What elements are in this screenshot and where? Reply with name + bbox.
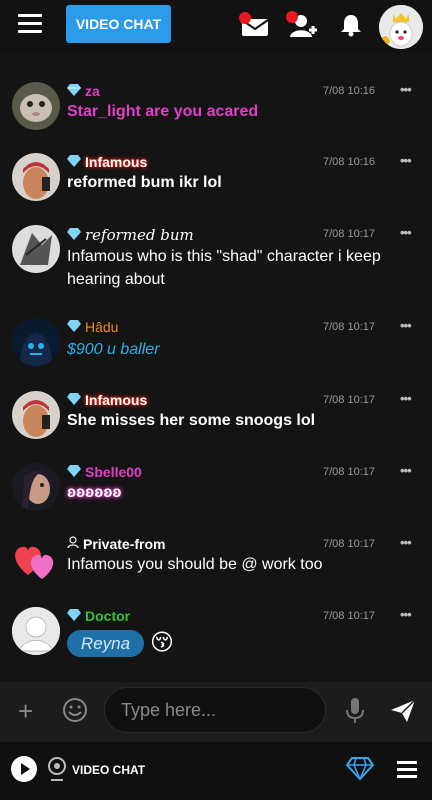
top-bar: VIDEO CHAT bbox=[0, 0, 432, 52]
timestamp: 7/08 10:16 bbox=[323, 85, 375, 97]
diamond-icon bbox=[67, 154, 81, 170]
name-sticker: Reyna bbox=[67, 630, 144, 657]
user-avatar[interactable] bbox=[12, 318, 60, 366]
more-options-icon[interactable]: ••• bbox=[400, 535, 412, 550]
webcam-icon[interactable] bbox=[47, 756, 67, 787]
menu-icon[interactable] bbox=[18, 14, 42, 34]
more-options-icon[interactable]: ••• bbox=[400, 318, 412, 333]
message-text: Star_light are you acared bbox=[67, 103, 259, 120]
play-icon[interactable] bbox=[11, 756, 37, 782]
message-text: $900 u baller bbox=[67, 341, 160, 358]
message-text: ʚʚʚʚʚʚ bbox=[67, 484, 122, 501]
more-options-icon[interactable]: ••• bbox=[400, 153, 412, 168]
person-icon bbox=[67, 536, 79, 552]
more-options-icon[interactable]: ••• bbox=[400, 391, 412, 406]
username[interactable]: Infamous bbox=[85, 154, 147, 170]
send-icon[interactable] bbox=[390, 699, 416, 728]
bottom-nav: VIDEO CHAT bbox=[0, 742, 432, 800]
more-options-icon[interactable]: ••• bbox=[400, 607, 412, 622]
message-text: Infamous you should be @ work too bbox=[67, 556, 323, 573]
kiss-emoji: 😚 bbox=[150, 629, 174, 655]
username-line: reformed bum bbox=[67, 226, 194, 244]
diamond-icon bbox=[67, 319, 81, 335]
username-line: Doctor bbox=[67, 608, 130, 624]
message-text: Infamous who is this "shad" character i … bbox=[67, 248, 381, 288]
username[interactable]: reformed bum bbox=[85, 226, 194, 244]
username[interactable]: Private-from bbox=[83, 536, 165, 552]
diamond-icon bbox=[67, 464, 81, 480]
timestamp: 7/08 10:17 bbox=[323, 228, 375, 240]
timestamp: 7/08 10:17 bbox=[323, 610, 375, 622]
user-avatar[interactable] bbox=[12, 391, 60, 439]
messages-icon[interactable] bbox=[238, 11, 270, 44]
message-text: She misses her some snoogs lol bbox=[67, 412, 316, 429]
username-line: Infamous bbox=[67, 154, 147, 170]
username-line: Private-from bbox=[67, 536, 165, 552]
more-options-icon[interactable]: ••• bbox=[400, 463, 412, 478]
hearts-avatar[interactable] bbox=[12, 535, 60, 583]
user-avatar[interactable] bbox=[12, 153, 60, 201]
default-avatar[interactable] bbox=[12, 607, 60, 655]
message-composer: + bbox=[0, 682, 432, 742]
username[interactable]: Doctor bbox=[85, 608, 130, 624]
username-line: Sbelle00 bbox=[67, 464, 142, 480]
plus-icon[interactable]: + bbox=[18, 698, 33, 724]
username[interactable]: za bbox=[85, 83, 100, 99]
diamond-icon bbox=[67, 227, 81, 243]
user-avatar[interactable] bbox=[12, 82, 60, 130]
username[interactable]: Infamous bbox=[85, 392, 147, 408]
username-line: Infamous bbox=[67, 392, 147, 408]
status-clock-icon bbox=[379, 35, 391, 47]
user-avatar[interactable] bbox=[12, 463, 60, 511]
microphone-icon[interactable] bbox=[345, 697, 365, 730]
profile-avatar[interactable] bbox=[379, 5, 423, 49]
timestamp: 7/08 10:17 bbox=[323, 538, 375, 550]
diamond-icon bbox=[67, 83, 81, 99]
bell-icon[interactable] bbox=[340, 13, 362, 42]
username[interactable]: Hâdu bbox=[85, 319, 118, 335]
friend-request-icon[interactable] bbox=[285, 10, 317, 45]
emoji-icon[interactable] bbox=[62, 697, 88, 728]
diamond-icon bbox=[67, 392, 81, 408]
diamond-icon bbox=[67, 608, 81, 624]
video-chat-link[interactable]: VIDEO CHAT bbox=[72, 763, 145, 777]
username-line: za bbox=[67, 83, 100, 99]
timestamp: 7/08 10:16 bbox=[323, 156, 375, 168]
bottom-menu-icon[interactable] bbox=[397, 761, 417, 779]
user-avatar[interactable] bbox=[12, 225, 60, 273]
timestamp: 7/08 10:17 bbox=[323, 466, 375, 478]
more-options-icon[interactable]: ••• bbox=[400, 82, 412, 97]
timestamp: 7/08 10:17 bbox=[323, 321, 375, 333]
username[interactable]: Sbelle00 bbox=[85, 464, 142, 480]
message-text: reformed bum ikr lol bbox=[67, 174, 222, 191]
diamond-icon[interactable] bbox=[345, 756, 375, 785]
video-chat-button[interactable]: VIDEO CHAT bbox=[66, 5, 171, 43]
message-input[interactable] bbox=[104, 687, 326, 733]
timestamp: 7/08 10:17 bbox=[323, 394, 375, 406]
more-options-icon[interactable]: ••• bbox=[400, 225, 412, 240]
username-line: Hâdu bbox=[67, 319, 118, 335]
